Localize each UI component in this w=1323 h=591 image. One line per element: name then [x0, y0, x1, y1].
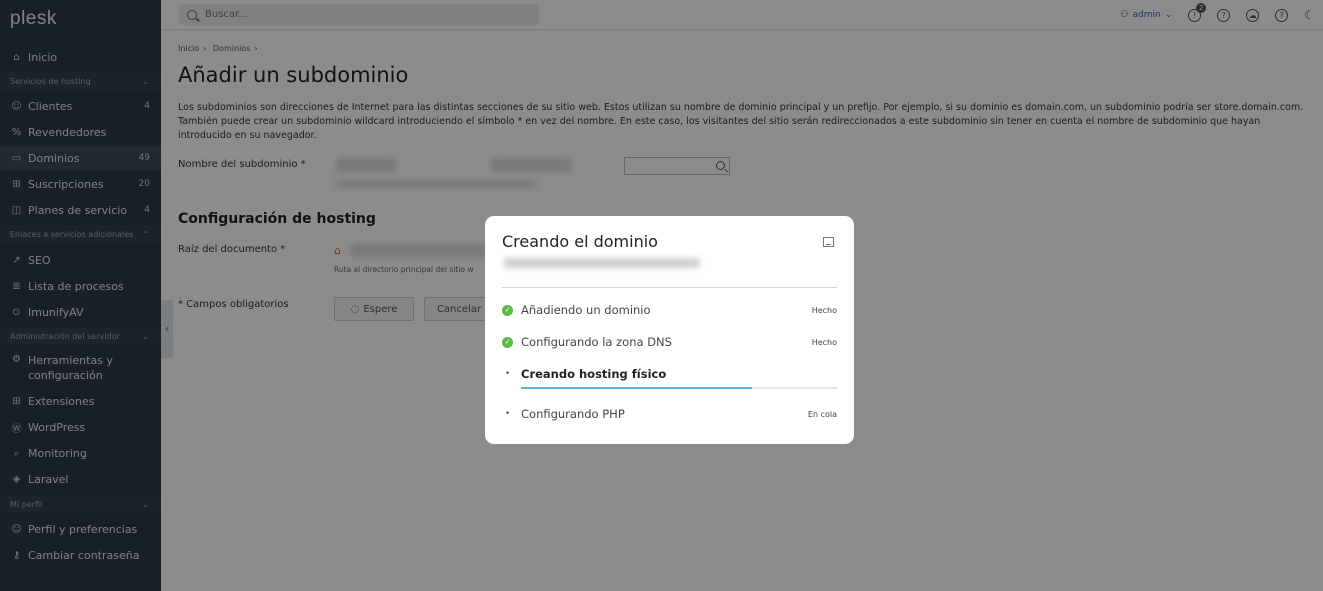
step-label: Creando hosting físico [521, 367, 667, 381]
bullet-icon: • [504, 369, 511, 379]
step-progress-bar [521, 387, 837, 389]
step-label: Configurando PHP [521, 407, 625, 421]
step-label: Añadiendo un dominio [521, 303, 651, 317]
dialog-divider [502, 287, 837, 288]
step-row: ✓ Configurando la zona DNS Hecho [502, 332, 837, 352]
dialog-title: Creando el dominio [502, 232, 658, 251]
check-icon: ✓ [502, 304, 513, 316]
step-status: Hecho [811, 337, 837, 347]
step-status: Hecho [811, 305, 837, 315]
step-progress-fill [521, 387, 752, 389]
step-row: • Configurando PHP En cola [502, 404, 837, 424]
step-label: Configurando la zona DNS [521, 335, 672, 349]
step-status: En cola [807, 409, 837, 419]
creating-domain-dialog: Creando el dominio ✓ Añadiendo un domini… [485, 216, 854, 444]
step-row: • Creando hosting físico [502, 364, 837, 384]
check-icon: ✓ [502, 336, 513, 348]
domain-name-blurred [504, 258, 700, 268]
minimize-icon[interactable] [823, 237, 834, 247]
step-row: ✓ Añadiendo un dominio Hecho [502, 300, 837, 320]
bullet-icon: • [504, 409, 511, 419]
